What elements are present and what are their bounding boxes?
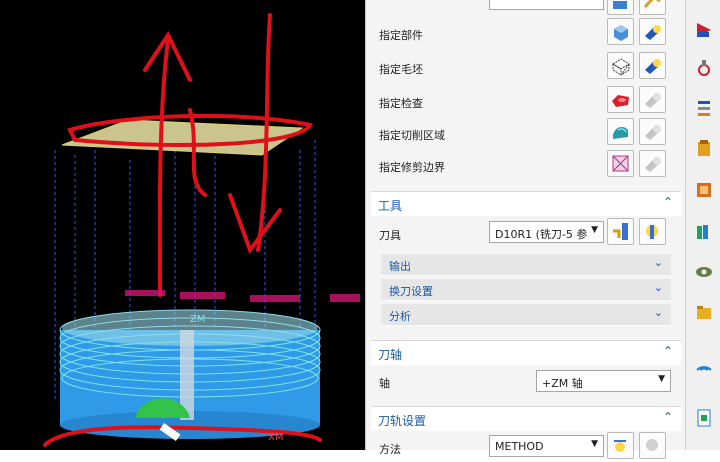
tool-select[interactable]: D10R1 (铣刀-5 参 ▼ bbox=[489, 221, 604, 243]
subsection-title: 输出 bbox=[389, 260, 411, 273]
viewport-canvas: ZM XM bbox=[43, 13, 360, 447]
operation-dialog-panel: 指定部件 指定毛坯 指定检查 指定切削区域 指定修剪边界 工具 ⌃ 刀具 D10… bbox=[365, 0, 686, 459]
edit-method-icon[interactable] bbox=[607, 432, 634, 459]
section-title: 刀轴 bbox=[378, 348, 403, 362]
tool-row: 刀具 D10R1 (铣刀-5 参 ▼ bbox=[366, 218, 686, 248]
cut-area-select-icon[interactable] bbox=[607, 118, 634, 145]
flashlight-disabled-icon[interactable] bbox=[639, 150, 666, 177]
stack-icon[interactable] bbox=[694, 138, 714, 158]
part-history-icon[interactable] bbox=[694, 98, 714, 118]
axis-label: 轴 bbox=[379, 377, 390, 390]
chevron-up-icon[interactable]: ⌃ bbox=[663, 195, 673, 209]
axis-value: +ZM 轴 bbox=[542, 377, 583, 390]
dropdown-arrow-icon: ▼ bbox=[658, 374, 665, 384]
zm-axis-label: ZM bbox=[190, 314, 205, 325]
chevron-down-icon[interactable]: ⌄ bbox=[654, 306, 663, 319]
xm-axis-label: XM bbox=[268, 432, 283, 443]
axis-select[interactable]: +ZM 轴 ▼ bbox=[536, 370, 671, 392]
row-label: 指定修剪边界 bbox=[379, 161, 445, 174]
method-row: 方法 METHOD ▼ bbox=[366, 432, 686, 462]
chevron-up-icon[interactable]: ⌃ bbox=[663, 410, 673, 424]
geometry-row-cut-area: 指定切削区域 bbox=[366, 118, 686, 148]
geometry-row-check: 指定检查 bbox=[366, 86, 686, 116]
geometry-row-part: 指定部件 bbox=[366, 18, 686, 48]
part-select-icon[interactable] bbox=[607, 18, 634, 45]
row-label: 指定切削区域 bbox=[379, 129, 445, 142]
dropdown-arrow-icon: ▼ bbox=[591, 439, 598, 449]
subsection-output[interactable]: 输出 ⌄ bbox=[381, 254, 671, 276]
pink-handwriting bbox=[125, 290, 360, 302]
navigator-icon[interactable] bbox=[694, 20, 714, 40]
trim-boundary-select-icon[interactable] bbox=[607, 150, 634, 177]
section-path-settings-header[interactable]: 刀轨设置 ⌃ bbox=[371, 406, 681, 431]
graphics-viewport[interactable]: ZM XM bbox=[0, 0, 365, 450]
flashlight-icon[interactable] bbox=[639, 52, 666, 79]
subsection-title: 分析 bbox=[389, 310, 411, 323]
dropdown-arrow-icon: ▼ bbox=[591, 225, 598, 235]
new-method-icon[interactable] bbox=[639, 432, 666, 459]
chevron-up-icon[interactable]: ⌃ bbox=[663, 344, 673, 358]
geometry-combo[interactable] bbox=[489, 0, 604, 10]
chevron-down-icon[interactable]: ⌄ bbox=[654, 281, 663, 294]
geometry-row-trim-boundary: 指定修剪边界 bbox=[366, 150, 686, 180]
eye-icon[interactable] bbox=[694, 262, 714, 282]
section-tool-axis-header[interactable]: 刀轴 ⌃ bbox=[371, 340, 681, 365]
new-geometry-button[interactable] bbox=[639, 0, 666, 15]
edit-tool-icon[interactable] bbox=[607, 218, 634, 245]
flashlight-icon[interactable] bbox=[639, 18, 666, 45]
subsection-analysis[interactable]: 分析 ⌄ bbox=[381, 304, 671, 326]
subsection-title: 换刀设置 bbox=[389, 285, 433, 298]
folder-icon[interactable] bbox=[694, 302, 714, 322]
check-select-icon[interactable] bbox=[607, 86, 634, 113]
geometry-row-blank: 指定毛坯 bbox=[366, 52, 686, 82]
tool-label: 刀具 bbox=[379, 229, 401, 242]
row-label: 指定部件 bbox=[379, 29, 423, 42]
books-icon[interactable] bbox=[694, 222, 714, 242]
blank-select-icon[interactable] bbox=[607, 52, 634, 79]
stock-cylinder bbox=[59, 309, 321, 439]
section-title: 刀轨设置 bbox=[378, 414, 427, 428]
subsection-tool-change[interactable]: 换刀设置 ⌄ bbox=[381, 279, 671, 301]
reuse-library-icon[interactable] bbox=[694, 180, 714, 200]
edit-geometry-button[interactable] bbox=[607, 0, 634, 15]
chevron-down-icon[interactable]: ⌄ bbox=[654, 256, 663, 269]
section-tool-header[interactable]: 工具 ⌃ bbox=[371, 191, 681, 216]
wifi-icon[interactable] bbox=[694, 354, 714, 374]
resource-bar bbox=[685, 0, 720, 450]
new-tool-icon[interactable] bbox=[639, 218, 666, 245]
row-label: 指定检查 bbox=[379, 97, 423, 110]
assembly-icon[interactable] bbox=[694, 58, 714, 78]
method-select[interactable]: METHOD ▼ bbox=[489, 435, 604, 457]
flashlight-disabled-icon[interactable] bbox=[639, 118, 666, 145]
row-label: 指定毛坯 bbox=[379, 63, 423, 76]
section-title: 工具 bbox=[378, 199, 403, 213]
axis-row: 轴 +ZM 轴 ▼ bbox=[366, 366, 686, 396]
tool-value: D10R1 (铣刀-5 参 bbox=[495, 228, 588, 241]
flashlight-disabled-icon[interactable] bbox=[639, 86, 666, 113]
document-icon[interactable] bbox=[694, 408, 714, 428]
method-value: METHOD bbox=[495, 440, 544, 453]
method-label: 方法 bbox=[379, 443, 401, 456]
